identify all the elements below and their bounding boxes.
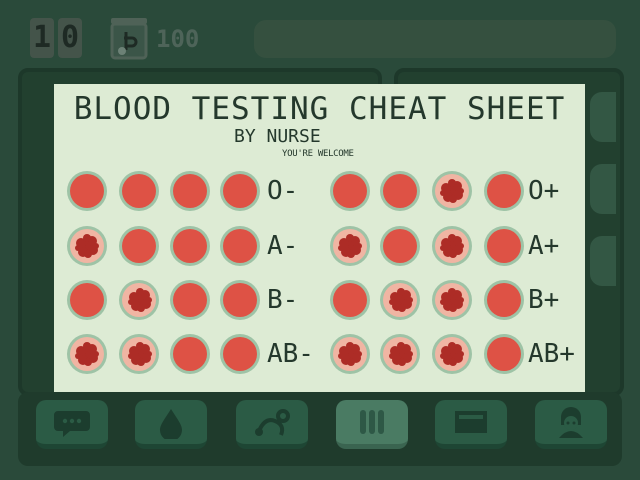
blood-well-solid bbox=[330, 171, 370, 211]
blood-type-label: B+ bbox=[528, 285, 560, 315]
blood-well-solid bbox=[67, 171, 107, 211]
blood-well-clotted bbox=[432, 280, 472, 320]
blood-drop-icon bbox=[160, 409, 182, 439]
tray-tool-button[interactable] bbox=[435, 400, 507, 449]
message-bar bbox=[254, 20, 616, 58]
blood-well-clotted bbox=[330, 226, 370, 266]
blood-type-label: A- bbox=[267, 231, 299, 261]
blood-well-solid bbox=[220, 171, 260, 211]
blood-well-solid bbox=[119, 171, 159, 211]
blood-well-solid bbox=[380, 171, 420, 211]
test-tubes-icon bbox=[360, 410, 384, 434]
blood-well-solid bbox=[119, 226, 159, 266]
patient-slot[interactable] bbox=[590, 164, 616, 214]
blood-type-label: A+ bbox=[528, 231, 560, 261]
patient-slot[interactable] bbox=[590, 92, 616, 142]
blood-well-clotted bbox=[119, 280, 159, 320]
blood-well-solid bbox=[170, 280, 210, 320]
patient-slot[interactable] bbox=[590, 236, 616, 286]
blood-cheat-sheet[interactable]: BLOOD TESTING CHEAT SHEET BY NURSE YOU'R… bbox=[54, 84, 585, 397]
blood-well-solid bbox=[330, 280, 370, 320]
money-amount: 100 bbox=[156, 25, 200, 53]
blood-type-label: O- bbox=[267, 176, 299, 206]
stethoscope-icon bbox=[255, 409, 290, 436]
blood-well-solid bbox=[484, 334, 524, 374]
blood-well-solid bbox=[170, 171, 210, 211]
blood-well-solid bbox=[220, 226, 260, 266]
blood-well-solid bbox=[380, 226, 420, 266]
blood-type-label: AB- bbox=[267, 339, 314, 369]
blood-well-solid bbox=[67, 280, 107, 320]
blood-sample-grid: O- A- B- AB- O+ A+ B+ AB+ bbox=[54, 84, 585, 397]
patient-tool-button[interactable] bbox=[535, 400, 607, 449]
nurse-icon bbox=[559, 407, 583, 438]
blood-well-clotted bbox=[380, 334, 420, 374]
blood-well-solid bbox=[220, 280, 260, 320]
blood-well-clotted bbox=[67, 226, 107, 266]
stethoscope-tool-button[interactable] bbox=[236, 400, 308, 449]
toolbar bbox=[18, 392, 622, 466]
blood-tool-button[interactable] bbox=[135, 400, 207, 449]
blood-well-clotted bbox=[330, 334, 370, 374]
day-counter-digit: 1 bbox=[30, 18, 54, 58]
blood-well-solid bbox=[220, 334, 260, 374]
blood-well-clotted bbox=[119, 334, 159, 374]
blood-well-clotted bbox=[432, 334, 472, 374]
tray-icon bbox=[455, 411, 487, 433]
blood-well-solid bbox=[484, 171, 524, 211]
blood-type-label: AB+ bbox=[528, 339, 575, 369]
blood-well-solid bbox=[170, 226, 210, 266]
cash-jar-icon bbox=[110, 18, 148, 60]
speech-bubble-icon bbox=[54, 411, 90, 437]
blood-well-solid bbox=[170, 334, 210, 374]
blood-type-label: B- bbox=[267, 285, 299, 315]
day-counter-digit: 0 bbox=[58, 18, 82, 58]
blood-well-clotted bbox=[380, 280, 420, 320]
chat-tool-button[interactable] bbox=[36, 400, 108, 449]
test-tubes-tool-button[interactable] bbox=[336, 400, 408, 449]
top-hud: 1 0 100 bbox=[14, 10, 626, 64]
blood-well-solid bbox=[484, 226, 524, 266]
blood-well-clotted bbox=[432, 226, 472, 266]
blood-type-label: O+ bbox=[528, 176, 560, 206]
blood-well-solid bbox=[484, 280, 524, 320]
blood-well-clotted bbox=[432, 171, 472, 211]
blood-well-clotted bbox=[67, 334, 107, 374]
